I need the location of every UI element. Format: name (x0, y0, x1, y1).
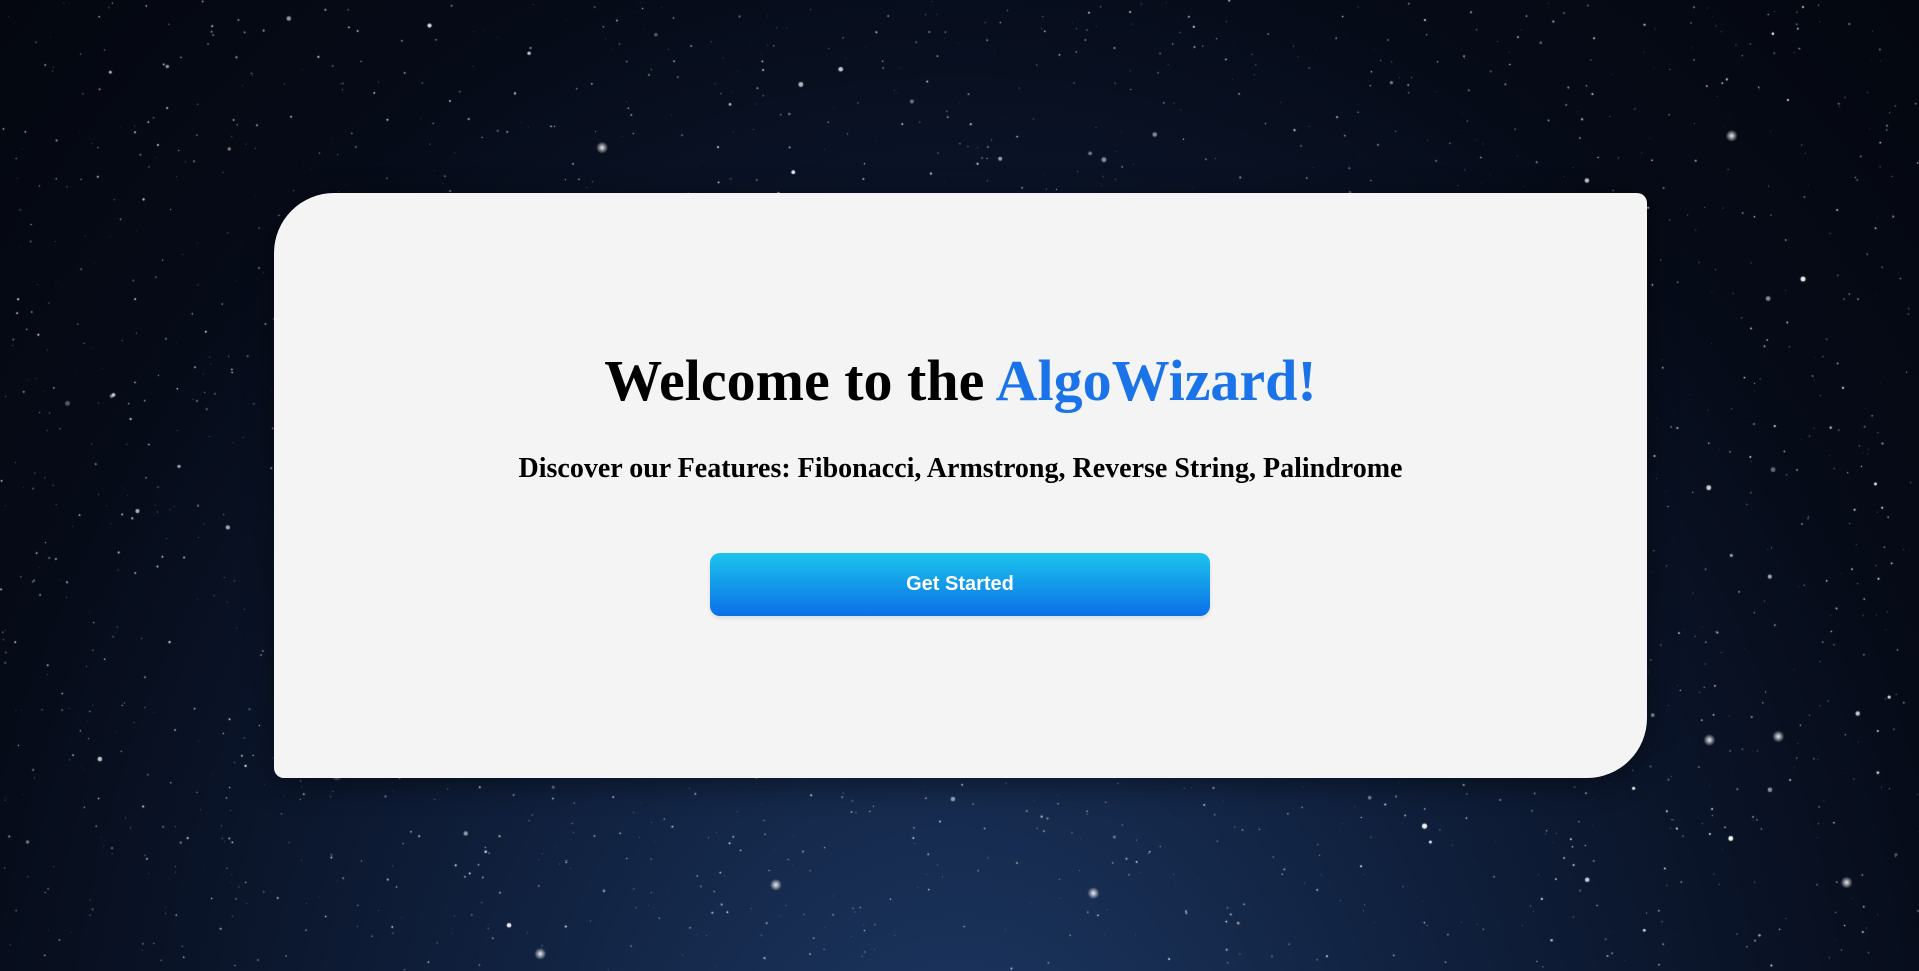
get-started-button[interactable]: Get Started (710, 553, 1210, 616)
features-subtitle: Discover our Features: Fibonacci, Armstr… (518, 453, 1403, 484)
welcome-card: Welcome to the AlgoWizard! Discover our … (274, 193, 1647, 778)
page-title: Welcome to the AlgoWizard! (274, 345, 1647, 417)
title-prefix: Welcome to the (604, 348, 996, 413)
brand-name: AlgoWizard! (995, 348, 1317, 413)
